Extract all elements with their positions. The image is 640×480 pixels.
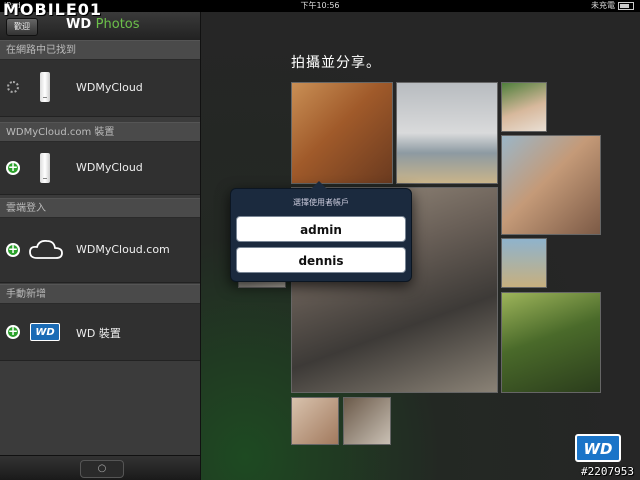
section-header-cloud-login: 雲端登入 (0, 198, 200, 218)
device-label: WDMyCloud (76, 161, 143, 174)
app-title-suffix: Photos (95, 17, 140, 32)
manual-add-label: WD 裝置 (76, 327, 121, 340)
user-account-popover: 選擇使用者帳戶 admin dennis (230, 181, 412, 282)
sidebar: 歡迎 WD Photos 在網路中已找到 WDMyCloud WDMyCloud… (0, 12, 201, 480)
forest-photo (501, 292, 601, 393)
watermark-photo-id: #2207953 (581, 465, 634, 478)
wd-device-icon: WD (30, 323, 60, 341)
back-button[interactable]: 歡迎 (6, 18, 38, 36)
section-header-manual-add: 手動新增 (0, 284, 200, 304)
watermark-logo: MOBILE01 (3, 0, 103, 19)
device-row-found[interactable]: WDMyCloud (0, 60, 200, 117)
couple-selfie-photo (501, 135, 601, 235)
wd-logo: WD (575, 434, 621, 462)
add-icon[interactable] (6, 242, 20, 257)
battery-status: 未充電 (591, 0, 634, 12)
child-photo (501, 82, 547, 132)
manual-add-row[interactable]: WD WD 裝置 (0, 304, 200, 361)
nas-device-icon (40, 72, 50, 102)
cloud-login-row[interactable]: WDMyCloud.com (0, 218, 200, 283)
tagline: 拍攝並分享。 (291, 55, 381, 71)
add-icon[interactable] (6, 160, 20, 175)
kids-photo (343, 397, 391, 445)
charging-label: 未充電 (591, 1, 615, 10)
popover-title: 選擇使用者帳戶 (293, 198, 349, 207)
cloud-icon (29, 239, 63, 259)
add-icon[interactable] (6, 324, 20, 339)
section-header-found-on-network: 在網路中已找到 (0, 40, 200, 60)
app-title: WD Photos (66, 17, 140, 32)
battery-icon (618, 1, 634, 10)
nas-device-icon (40, 153, 50, 183)
sidebar-footer: ○ (0, 455, 200, 480)
user-option-dennis[interactable]: dennis (236, 247, 406, 273)
user-option-admin[interactable]: admin (236, 216, 406, 242)
cloud-label: WDMyCloud.com (76, 243, 170, 256)
beach-photo (501, 238, 547, 288)
app-title-prefix: WD (66, 17, 92, 32)
device-row-wdmycloud-com[interactable]: WDMyCloud (0, 142, 200, 195)
loading-spinner-icon (7, 81, 19, 93)
section-header-wdmycloud-devices: WDMyCloud.com 裝置 (0, 122, 200, 142)
lightbulb-icon[interactable]: ○ (80, 460, 124, 478)
surfer-photo (396, 82, 498, 184)
device-label: WDMyCloud (76, 81, 143, 94)
dog-photo (291, 82, 393, 184)
boy-photo (291, 397, 339, 445)
